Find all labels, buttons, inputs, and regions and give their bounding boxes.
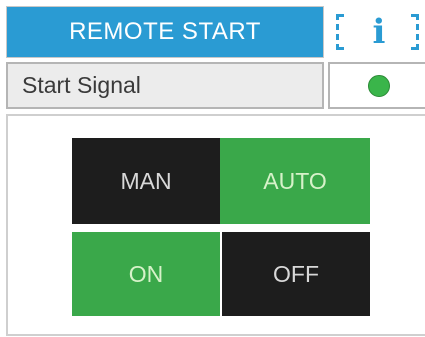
info-frame-left xyxy=(336,14,344,50)
auto-mode-button[interactable]: AUTO xyxy=(220,138,370,224)
remote-start-header: REMOTE START xyxy=(6,6,324,58)
on-button[interactable]: ON xyxy=(72,232,220,316)
man-mode-label: MAN xyxy=(120,167,172,194)
auto-mode-label: AUTO xyxy=(263,167,327,194)
start-signal-indicator-cell xyxy=(328,62,425,109)
on-label: ON xyxy=(128,260,164,287)
off-button[interactable]: OFF xyxy=(222,232,370,316)
info-icon[interactable]: i xyxy=(364,11,394,53)
start-signal-indicator-icon xyxy=(368,75,390,97)
info-button[interactable]: i xyxy=(324,6,425,58)
start-signal-label: Start Signal xyxy=(6,62,324,109)
info-frame-right xyxy=(411,14,419,50)
man-mode-button[interactable]: MAN xyxy=(72,138,220,224)
off-label: OFF xyxy=(273,260,319,287)
start-signal-text: Start Signal xyxy=(22,72,141,98)
remote-start-title: REMOTE START xyxy=(69,18,261,45)
